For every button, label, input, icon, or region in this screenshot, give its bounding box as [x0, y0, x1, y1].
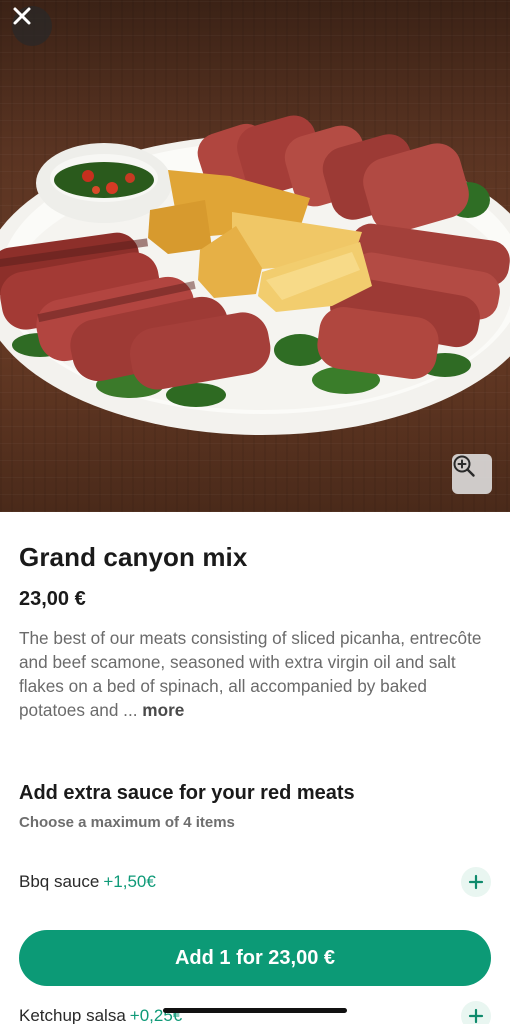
option-label: Bbq sauce [19, 872, 100, 891]
add-to-order-button[interactable]: Add 1 for 23,00 € [19, 930, 491, 986]
option-text: Ketchup salsa +0,25€ [19, 1006, 182, 1024]
description-text: The best of our meats consisting of slic… [19, 628, 482, 720]
close-button[interactable] [12, 6, 52, 46]
product-image [0, 0, 510, 512]
product-description: The best of our meats consisting of slic… [19, 626, 491, 722]
option-price: +1,50€ [103, 872, 156, 891]
option-label: Ketchup salsa [19, 1006, 126, 1024]
extras-section-title: Add extra sauce for your red meats [19, 782, 355, 804]
close-icon [13, 7, 31, 25]
steak-plate-illustration [0, 115, 510, 435]
add-option-button[interactable] [461, 867, 491, 897]
product-title: Grand canyon mix [19, 542, 248, 572]
add-option-button[interactable] [461, 1001, 491, 1024]
extras-section-subtitle: Choose a maximum of 4 items [19, 814, 235, 831]
zoom-in-icon [453, 455, 475, 477]
option-text: Bbq sauce +1,50€ [19, 872, 156, 892]
more-link[interactable]: more [142, 700, 184, 720]
plus-icon [468, 874, 484, 890]
product-detail-screen: Grand canyon mix 23,00 € The best of our… [0, 0, 510, 1024]
home-indicator[interactable] [163, 1008, 347, 1013]
plus-icon [468, 1008, 484, 1024]
zoom-image-button[interactable] [452, 454, 492, 494]
option-row-bbq-sauce[interactable]: Bbq sauce +1,50€ [19, 866, 491, 898]
product-price: 23,00 € [19, 588, 86, 610]
